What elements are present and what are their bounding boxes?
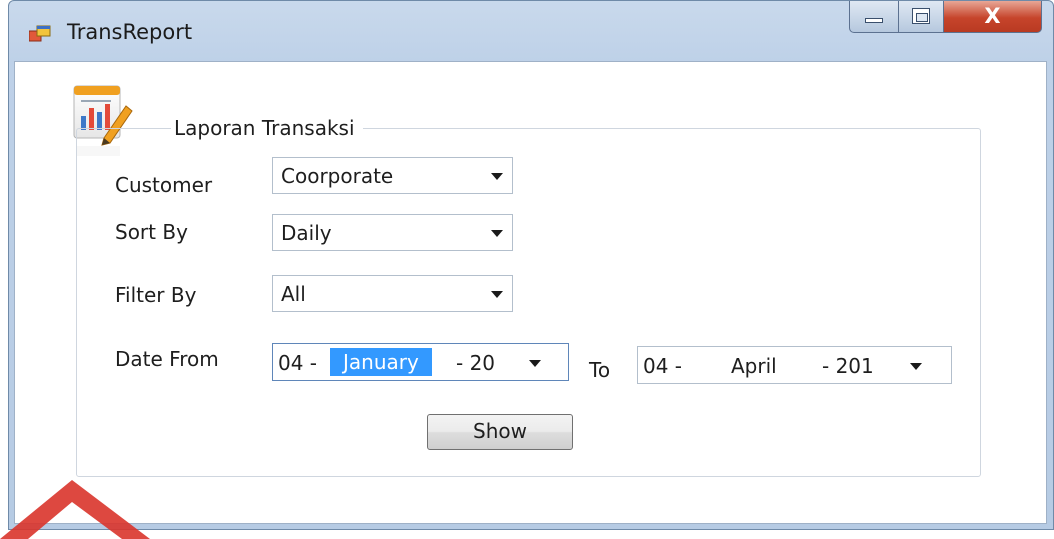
filter-by-combobox[interactable]: All [272, 275, 513, 312]
client-area: Laporan Transaksi Customer Coorporate So… [14, 61, 1047, 524]
date-from-picker[interactable]: 04 - January - 20 [272, 343, 569, 381]
date-to-year: - 201 [822, 354, 874, 378]
watermark-logo [0, 480, 150, 539]
app-window: TransReport X Laporan Transaksi Customer… [8, 0, 1054, 530]
sort-by-value: Daily [281, 221, 332, 245]
chevron-down-icon [491, 230, 503, 237]
show-button[interactable]: Show [427, 414, 573, 450]
date-from-day: 04 - [278, 351, 318, 375]
minimize-button[interactable] [849, 1, 899, 33]
app-window-icon [29, 25, 51, 42]
maximize-button[interactable] [898, 1, 944, 33]
chevron-down-icon [491, 291, 503, 298]
close-button[interactable]: X [943, 1, 1042, 33]
close-icon: X [984, 4, 1001, 28]
window-title: TransReport [67, 20, 193, 44]
title-bar[interactable]: TransReport X [9, 1, 1053, 61]
customer-value: Coorporate [281, 164, 394, 188]
date-from-label: Date From [115, 347, 219, 371]
date-from-year: - 20 [456, 351, 496, 375]
date-to-label: To [589, 358, 611, 382]
customer-label: Customer [115, 173, 213, 197]
maximize-icon [912, 8, 930, 24]
group-title: Laporan Transaksi [171, 116, 363, 140]
date-to-month: April [731, 354, 777, 378]
filter-by-value: All [281, 282, 306, 306]
chevron-down-icon [491, 173, 503, 180]
sort-by-label: Sort By [115, 220, 188, 244]
filter-by-label: Filter By [115, 283, 197, 307]
date-from-month: January [330, 348, 432, 376]
chevron-down-icon [529, 360, 541, 367]
minimize-icon [865, 18, 883, 23]
date-to-picker[interactable]: 04 - April - 201 [637, 346, 952, 384]
date-to-day: 04 - [643, 354, 683, 378]
sort-by-combobox[interactable]: Daily [272, 214, 513, 251]
customer-combobox[interactable]: Coorporate [272, 157, 513, 194]
chevron-down-icon [910, 363, 922, 370]
